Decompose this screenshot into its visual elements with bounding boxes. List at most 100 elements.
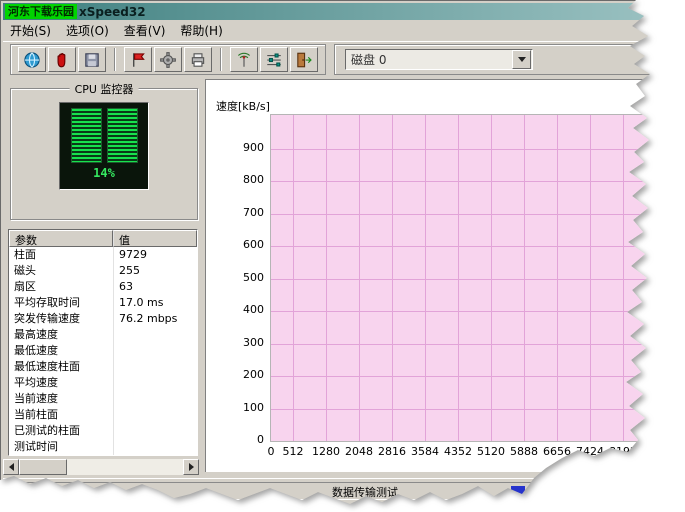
horizontal-scrollbar — [3, 459, 199, 475]
globe-button[interactable] — [18, 47, 46, 72]
menu-start[interactable]: 开始(S) — [3, 20, 59, 41]
param-value: 9729 — [113, 247, 197, 263]
param-row[interactable]: 扇区63 — [9, 279, 197, 295]
param-row[interactable]: 最低速度柱面 — [9, 359, 197, 375]
exit-door-button[interactable] — [290, 47, 318, 72]
flag-button[interactable] — [124, 47, 152, 72]
y-tick-label: 600 — [230, 238, 264, 251]
x-tick-label: 4352 — [444, 445, 472, 458]
stop-hand-icon — [53, 51, 71, 69]
param-value — [113, 439, 197, 455]
save-button[interactable] — [78, 47, 106, 72]
gridline-horizontal — [271, 409, 671, 410]
title-bar[interactable]: 河东下载乐园 xSpeed32 — [3, 3, 685, 20]
param-name: 当前柱面 — [9, 407, 113, 423]
param-row[interactable]: 最高速度 — [9, 327, 197, 343]
status-text: 数据传输测试 — [332, 484, 398, 500]
y-tick-label: 200 — [230, 368, 264, 381]
chart-plot-area — [270, 114, 672, 442]
y-tick-label: 400 — [230, 303, 264, 316]
param-value: 63 — [113, 279, 197, 295]
save-icon — [83, 51, 101, 69]
y-tick-label: 100 — [230, 401, 264, 414]
toolbar-separator — [114, 48, 116, 71]
cpu-monitor-title: CPU 监控器 — [70, 81, 139, 97]
param-row[interactable]: 平均存取时间17.0 ms — [9, 295, 197, 311]
param-name: 最低速度柱面 — [9, 359, 113, 375]
disk-select[interactable]: 磁盘 0 — [345, 49, 533, 70]
gridline-vertical — [623, 115, 624, 441]
param-row[interactable]: 突发传输速度76.2 mbps — [9, 311, 197, 327]
param-name: 最高速度 — [9, 327, 113, 343]
parameters-table: 参数 值 柱面9729磁头255扇区63平均存取时间17.0 ms突发传输速度7… — [8, 229, 198, 456]
param-row[interactable]: 当前速度 — [9, 391, 197, 407]
cpu-monitor-groupbox: CPU 监控器 14% — [10, 88, 198, 220]
scroll-right-button[interactable] — [183, 459, 199, 475]
menu-view[interactable]: 查看(V) — [117, 20, 174, 41]
y-tick-label: 800 — [230, 173, 264, 186]
param-value — [113, 327, 197, 343]
param-row[interactable]: 当前柱面 — [9, 407, 197, 423]
gear-button[interactable] — [154, 47, 182, 72]
param-name: 最低速度 — [9, 343, 113, 359]
disk-select-frame: 磁盘 0 — [334, 44, 681, 75]
param-value — [113, 343, 197, 359]
stop-hand-button[interactable] — [48, 47, 76, 72]
gridline-vertical — [656, 115, 657, 441]
y-tick-label: 0 — [230, 433, 264, 446]
gridline-horizontal — [271, 311, 671, 312]
x-tick-label: 2816 — [378, 445, 406, 458]
param-value — [113, 407, 197, 423]
param-value — [113, 423, 197, 439]
torn-paper-wrapper: 河东下载乐园 xSpeed32 开始(S) 选项(O) 查看(V) 帮助(H) … — [0, 0, 685, 512]
menu-options[interactable]: 选项(O) — [59, 20, 117, 41]
gridline-vertical — [293, 115, 294, 441]
x-tick-label: 8192 — [609, 445, 637, 458]
param-row[interactable]: 测试时间 — [9, 439, 197, 455]
x-tick-label: 7424 — [576, 445, 604, 458]
scrollbar-thumb[interactable] — [19, 459, 67, 475]
x-tick-label: 0 — [268, 445, 275, 458]
param-value — [113, 391, 197, 407]
param-row[interactable]: 磁头255 — [9, 263, 197, 279]
y-tick-label: 900 — [230, 141, 264, 154]
param-row[interactable]: 已测试的柱面 — [9, 423, 197, 439]
site-watermark-badge: 河东下载乐园 — [5, 4, 77, 19]
menu-help[interactable]: 帮助(H) — [173, 20, 230, 41]
gridline-vertical — [458, 115, 459, 441]
window-title: xSpeed32 — [79, 5, 146, 19]
table-header: 参数 值 — [9, 230, 197, 247]
progress-indicator — [511, 486, 525, 496]
cpu-bar-column — [107, 108, 138, 163]
disk-select-dropdown-button[interactable] — [512, 50, 531, 69]
exit-door-icon — [295, 51, 313, 69]
gridline-horizontal — [271, 149, 671, 150]
x-tick-label: 5888 — [510, 445, 538, 458]
param-name: 扇区 — [9, 279, 113, 295]
disk-select-value: 磁盘 0 — [346, 51, 512, 68]
gridline-vertical — [359, 115, 360, 441]
cpu-led-display: 14% — [59, 102, 149, 190]
x-tick-label: 8960 — [642, 445, 670, 458]
param-name: 柱面 — [9, 247, 113, 263]
gear-icon — [159, 51, 177, 69]
scroll-left-button[interactable] — [3, 459, 19, 475]
param-name: 平均速度 — [9, 375, 113, 391]
param-row[interactable]: 最低速度 — [9, 343, 197, 359]
levels-button[interactable] — [260, 47, 288, 72]
param-row[interactable]: 柱面9729 — [9, 247, 197, 263]
gridline-vertical — [557, 115, 558, 441]
printer-button[interactable] — [184, 47, 212, 72]
gridline-vertical — [491, 115, 492, 441]
gridline-vertical — [590, 115, 591, 441]
cpu-usage-value: 14% — [68, 166, 140, 180]
header-parameter[interactable]: 参数 — [9, 230, 113, 247]
param-name: 已测试的柱面 — [9, 423, 113, 439]
toolbar: 磁盘 0 — [3, 41, 685, 77]
header-value[interactable]: 值 — [113, 230, 197, 247]
gridline-vertical — [524, 115, 525, 441]
signal-icon — [235, 51, 253, 69]
scrollbar-track[interactable] — [19, 459, 183, 475]
signal-button[interactable] — [230, 47, 258, 72]
param-row[interactable]: 平均速度 — [9, 375, 197, 391]
